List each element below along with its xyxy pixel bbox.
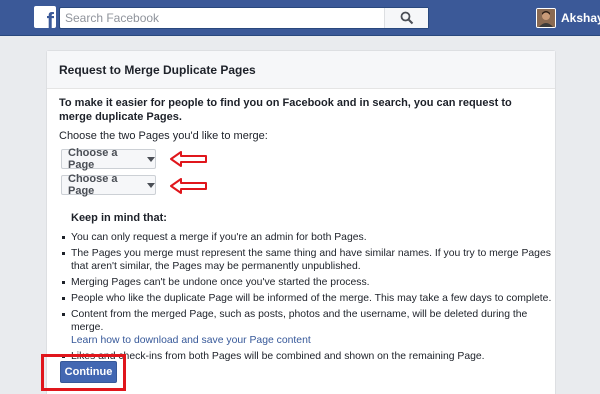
search-input[interactable] xyxy=(60,8,390,28)
card-title: Request to Merge Duplicate Pages xyxy=(47,51,555,89)
keep-in-mind-heading: Keep in mind that: xyxy=(71,212,167,224)
page-dropdown-2[interactable]: Choose a Page xyxy=(61,173,156,197)
download-content-link[interactable]: Learn how to download and save your Page… xyxy=(71,334,553,347)
logo-letter: f xyxy=(46,8,54,29)
intro-text: To make it easier for people to find you… xyxy=(59,97,512,123)
page-dropdown-1[interactable]: Choose a Page xyxy=(61,147,156,171)
list-item: Content from the merged Page, such as po… xyxy=(61,308,553,347)
search-icon xyxy=(400,11,413,25)
facebook-logo-icon[interactable]: f xyxy=(34,6,56,28)
red-arrow-icon xyxy=(170,151,207,167)
user-name: Akshay xyxy=(561,11,600,25)
avatar xyxy=(536,8,556,28)
list-item: People who like the duplicate Page will … xyxy=(61,292,553,305)
merge-pages-card: Request to Merge Duplicate Pages To make… xyxy=(46,50,556,394)
red-arrow-icon xyxy=(170,178,207,194)
avatar-image xyxy=(537,9,555,27)
dropdown-label: Choose a Page xyxy=(68,173,118,197)
merge-rules-list: You can only request a merge if you're a… xyxy=(61,231,553,366)
list-item: The Pages you merge must represent the s… xyxy=(61,247,553,273)
caret-down-icon xyxy=(147,156,155,162)
search-box xyxy=(59,7,429,29)
list-item: Merging Pages can't be undone once you'v… xyxy=(61,276,553,289)
search-button[interactable] xyxy=(384,8,428,28)
top-navigation-bar: f Akshay xyxy=(0,0,600,36)
user-profile-link[interactable]: Akshay xyxy=(536,6,600,30)
choose-label: Choose the two Pages you'd like to merge… xyxy=(59,130,268,142)
rule-text: Content from the merged Page, such as po… xyxy=(71,309,528,333)
continue-button[interactable]: Continue xyxy=(60,361,117,383)
caret-down-icon xyxy=(147,182,155,188)
list-item: You can only request a merge if you're a… xyxy=(61,231,553,244)
list-item: Likes and check-ins from both Pages will… xyxy=(61,350,553,363)
dropdown-label: Choose a Page xyxy=(68,147,118,171)
